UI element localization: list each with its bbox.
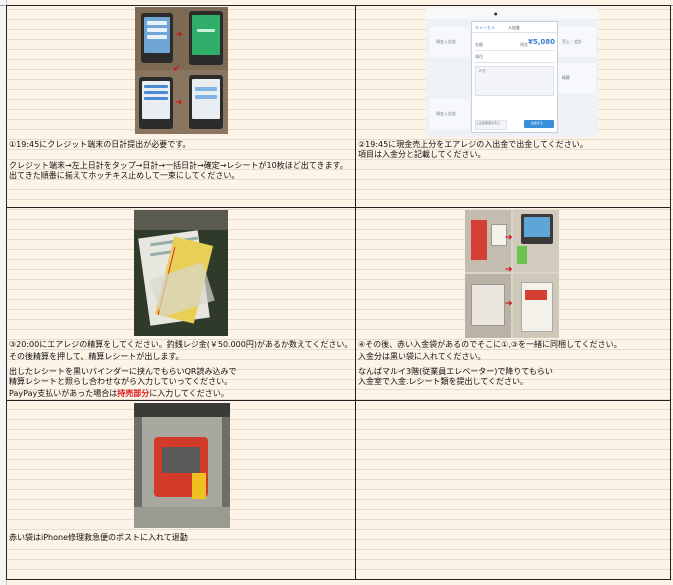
cell4-line3: なんばマルイ3階(従業員エレベーター)で降りてもらい: [358, 367, 553, 376]
grid-hline-row2: [6, 207, 671, 208]
paypay-highlight: 持売部分: [117, 389, 150, 398]
cell4-line2: 入金分は黒い袋に入れてください。: [358, 352, 486, 361]
binder-receipts-photo: [134, 210, 228, 336]
cell4-line4: 入金室で入金.レシート類を提出してください。: [358, 377, 529, 386]
row-label-item: 項目: [475, 54, 483, 59]
cell3-line2: その後精算を押して、精算レシートが出します。: [9, 352, 184, 361]
credit-terminal-photo: ➔ ↙ ➔: [135, 7, 228, 134]
arrow-right-icon: ➔: [505, 233, 513, 243]
row-label-amount: 金額: [475, 42, 483, 47]
cell2-line1: ②19:45に現金売上分をエアレジの入出金で出金してください。: [358, 140, 588, 149]
ipad-bg-label: 現金入出金: [436, 39, 456, 44]
cell5-line1: 赤い袋はiPhone修理救急便のポストに入れて退勤: [9, 533, 188, 542]
grid-vline-right: [670, 5, 671, 579]
cell3-line1: ③20:00にエアレジの精算をしてください。釣銭レジ金(￥50.000円)がある…: [9, 340, 353, 349]
cell2-line2: 項目は入金分と記載してください。: [358, 150, 486, 159]
grid-hline-bottom: [6, 579, 671, 580]
grid-hline-top: [6, 5, 671, 6]
modal-cancel-link[interactable]: キャンセル: [475, 25, 495, 30]
withdraw-button-label: 出金する: [531, 121, 544, 125]
deposit-bags-photo: ➔ ➔ ➔: [465, 210, 559, 338]
cell4-line1: ④その後、赤い入金袋があるのでそこに①,③を一緒に同梱してください。: [358, 340, 622, 349]
arrow-diagonal-icon: ↙: [173, 64, 181, 74]
modal-title: 入出金: [508, 25, 520, 30]
history-button-label: 入出金履歴を見る: [476, 121, 501, 125]
red-bag-post-photo: [134, 403, 230, 528]
grid-hline-row3: [6, 400, 671, 401]
arrow-right-icon: ➔: [175, 30, 183, 40]
airregi-ipad-screenshot: ● 現金入出金 売上・会計 精算 現金入出金 キャンセル 入出金 金額 現金 ¥…: [426, 7, 598, 137]
ipad-bg-label: 現金入出金: [436, 111, 456, 116]
row-label-memo: メモ: [478, 68, 486, 73]
amount-value: ¥5,080: [528, 38, 556, 46]
ipad-bg-label: 売上・会計: [562, 39, 582, 44]
paypay-note-post: に入力してください。: [149, 389, 229, 398]
cell1-line1: ①19:45にクレジット端末の日計提出が必要です。: [9, 140, 191, 149]
grid-vline-mid: [355, 5, 356, 579]
memo-field[interactable]: [475, 66, 554, 96]
amount-prefix: 現金: [520, 42, 528, 47]
grid-vline-left: [6, 5, 7, 579]
arrow-right-icon: ➔: [175, 98, 183, 108]
cell3-line5: PayPay支払いがあった場合は持売部分に入力してください。: [9, 389, 354, 399]
cell1-line2: クレジット端末→左上日計をタップ→日計→一括日計→確定→レシートが10枚ほど出て…: [9, 161, 348, 170]
cell3-line4: 精算レシートと照らし合わせながら入力していってください。: [9, 377, 233, 386]
ipad-bg-label: 精算: [562, 75, 570, 80]
paypay-note-pre: PayPay支払いがあった場合は: [9, 389, 118, 398]
cell1-line3: 出てきた順番に揃えてホッチキス止めして一束にしてください。: [9, 171, 240, 180]
cell3-line3: 出したレシートを黒いバインダーに挟んでもらいQR読み込みで: [9, 367, 237, 376]
arrow-right-icon: ➔: [505, 265, 513, 275]
arrow-right-icon: ➔: [505, 299, 513, 309]
cash-inout-modal: キャンセル 入出金 金額 現金 ¥5,080 項目 メモ 入出金履歴を見る 出金…: [471, 21, 558, 133]
